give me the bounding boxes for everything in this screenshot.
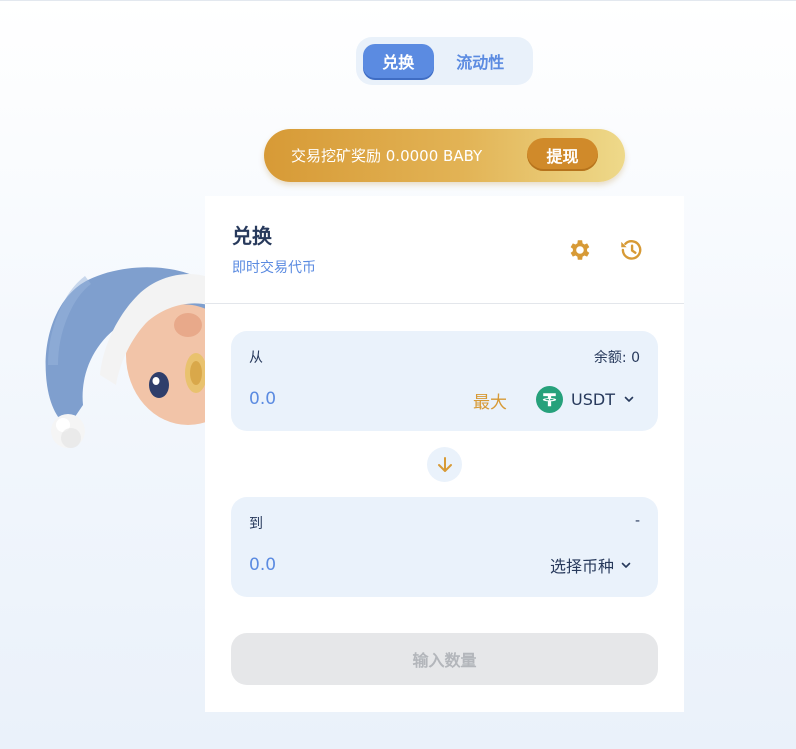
mining-reward-banner: 交易挖矿奖励 0.0000 BABY 提现: [264, 129, 625, 182]
to-balance: -: [634, 513, 640, 529]
to-amount-input[interactable]: 0.0: [249, 555, 276, 575]
usdt-logo-icon: [536, 385, 563, 413]
from-amount-input[interactable]: 0.0: [249, 389, 276, 409]
to-label: 到: [249, 516, 263, 532]
max-button[interactable]: 最大: [473, 388, 507, 413]
swap-card-header: 兑换 即时交易代币: [205, 196, 684, 304]
tab-swap[interactable]: 兑换: [363, 44, 434, 78]
swap-title: 兑换: [232, 224, 272, 248]
mining-reward-text: 交易挖矿奖励 0.0000 BABY: [291, 147, 483, 165]
history-icon[interactable]: [618, 237, 644, 263]
mode-tabs: 兑换 流动性: [356, 37, 533, 85]
from-token-symbol: USDT: [571, 389, 615, 409]
swap-card: 兑换 即时交易代币 从 余额: 0 0.0 最大 USDT 到 - 0.0 选择…: [205, 196, 684, 712]
enter-amount-button[interactable]: 输入数量: [231, 633, 658, 685]
to-token-panel: 到 - 0.0 选择币种: [231, 497, 658, 597]
gear-icon[interactable]: [566, 237, 592, 263]
from-token-selector[interactable]: USDT: [536, 385, 635, 413]
baby-mascot-illustration: [45, 267, 208, 448]
from-token-panel: 从 余额: 0 0.0 最大 USDT: [231, 331, 658, 431]
select-token-label: 选择币种: [549, 557, 614, 576]
swap-direction-button[interactable]: [427, 447, 462, 482]
tab-liquidity[interactable]: 流动性: [434, 44, 527, 78]
chevron-down-icon: [624, 396, 634, 402]
top-divider: [0, 0, 796, 1]
to-token-selector[interactable]: 选择币种: [550, 553, 632, 577]
from-label: 从: [249, 350, 263, 366]
chevron-down-icon: [621, 562, 631, 568]
from-balance: 余额: 0: [593, 350, 640, 366]
swap-subtitle: 即时交易代币: [232, 260, 316, 276]
arrow-down-icon: [437, 456, 452, 472]
withdraw-button[interactable]: 提现: [527, 138, 598, 171]
